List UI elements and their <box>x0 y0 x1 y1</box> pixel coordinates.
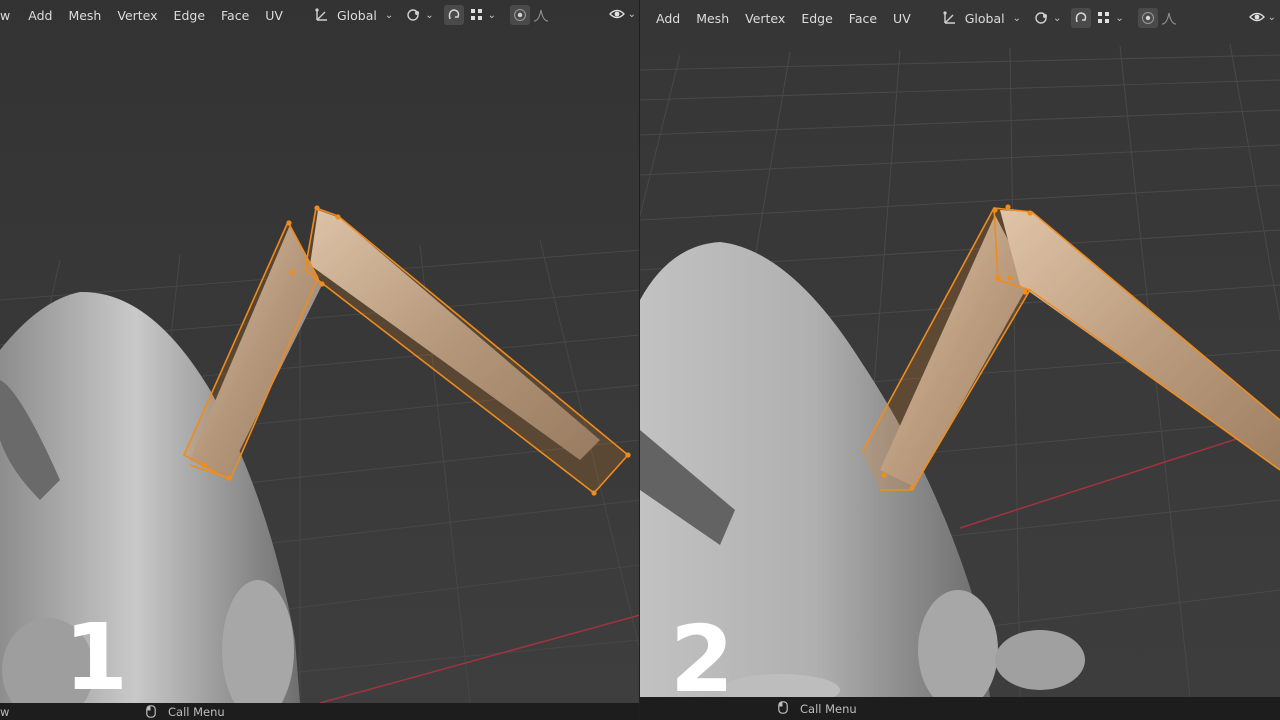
viewport-panel-2: Add Mesh Vertex Edge Face UV Global ⌄ ⌄ <box>640 0 1280 720</box>
menu-item-face[interactable]: Face <box>841 11 885 26</box>
menu-item-uv[interactable]: UV <box>257 8 291 23</box>
mouse-icon <box>778 701 788 714</box>
3d-viewport[interactable] <box>0 0 640 703</box>
chevron-down-icon: ⌄ <box>627 8 636 20</box>
status-bar: w Call Menu <box>0 703 640 720</box>
orientation-label: Global <box>336 7 377 23</box>
3d-viewport[interactable] <box>640 0 1280 697</box>
overlay-eye-icon <box>608 5 626 23</box>
pivot-icon <box>405 6 423 24</box>
call-menu-hint: Call Menu <box>800 701 857 716</box>
chevron-down-icon[interactable]: ⌄ <box>488 10 496 21</box>
panel-number-label: 1 <box>64 604 129 711</box>
status-bar: Call Menu <box>640 697 1280 720</box>
proportional-edit-icon <box>511 6 529 24</box>
falloff-icon[interactable] <box>1160 9 1178 27</box>
call-menu-hint: Call Menu <box>168 704 225 719</box>
snap-controls: ⌄ <box>440 5 496 25</box>
snap-icon <box>1072 9 1090 27</box>
menu-item-edge[interactable]: Edge <box>793 11 840 26</box>
transform-orientation-dropdown[interactable]: Global ⌄ <box>313 6 393 24</box>
chevron-down-icon: ⌄ <box>1267 11 1276 23</box>
menu-item-add[interactable]: Add <box>20 8 60 23</box>
header-toolbar: Add Mesh Vertex Edge Face UV Global ⌄ ⌄ <box>640 3 1280 33</box>
overlay-eye-icon <box>1248 8 1266 26</box>
proportional-edit-toggle[interactable] <box>1137 8 1158 28</box>
pivot-icon <box>1033 9 1051 27</box>
viewport-render <box>0 0 640 703</box>
snap-controls: ⌄ <box>1067 8 1124 28</box>
chevron-down-icon: ⌄ <box>384 9 394 21</box>
menu-item-vertex[interactable]: Vertex <box>109 8 165 23</box>
menu-item-vertex[interactable]: Vertex <box>737 11 793 26</box>
pivot-dropdown[interactable]: ⌄ <box>405 6 434 24</box>
proportional-edit-icon <box>1139 9 1157 27</box>
finger-mesh-2 <box>995 630 1085 690</box>
chevron-down-icon: ⌄ <box>1012 12 1022 24</box>
falloff-icon[interactable] <box>532 6 550 24</box>
comparison-stage: w Add Mesh Vertex Edge Face UV Global ⌄ … <box>0 0 1280 720</box>
snap-grid-icon[interactable] <box>1095 9 1113 27</box>
snap-toggle[interactable] <box>1071 8 1092 28</box>
chevron-down-icon: ⌄ <box>425 9 434 21</box>
menu-item-view-fragment[interactable]: w <box>0 8 20 23</box>
menu-item-mesh[interactable]: Mesh <box>60 8 109 23</box>
proportional-edit-toggle[interactable] <box>510 5 531 25</box>
menu-item-edge[interactable]: Edge <box>166 8 213 23</box>
status-left-fragment: w <box>0 704 10 719</box>
header-toolbar: w Add Mesh Vertex Edge Face UV Global ⌄ … <box>0 0 640 30</box>
snap-icon <box>445 6 463 24</box>
panel-number-label: 2 <box>670 606 735 713</box>
proportional-controls <box>506 5 550 25</box>
chevron-down-icon[interactable]: ⌄ <box>1115 13 1123 24</box>
menu-item-mesh[interactable]: Mesh <box>688 11 737 26</box>
snap-toggle[interactable] <box>443 5 464 25</box>
mouse-icon <box>146 705 156 718</box>
menu-item-add[interactable]: Add <box>640 11 688 26</box>
menu-item-uv[interactable]: UV <box>885 11 919 26</box>
pivot-dropdown[interactable]: ⌄ <box>1033 9 1061 27</box>
orientation-icon <box>313 6 331 24</box>
orientation-label: Global <box>964 10 1005 26</box>
menu-item-face[interactable]: Face <box>213 8 257 23</box>
proportional-controls <box>1134 8 1178 28</box>
orientation-icon <box>941 9 959 27</box>
snap-grid-icon[interactable] <box>468 6 486 24</box>
overlay-controls[interactable]: ⌄ <box>608 5 636 23</box>
overlay-controls[interactable]: ⌄ <box>1248 8 1276 26</box>
viewport-panel-1: w Add Mesh Vertex Edge Face UV Global ⌄ … <box>0 0 640 720</box>
viewport-render <box>640 0 1280 697</box>
chevron-down-icon: ⌄ <box>1053 12 1062 24</box>
transform-orientation-dropdown[interactable]: Global ⌄ <box>941 9 1021 27</box>
